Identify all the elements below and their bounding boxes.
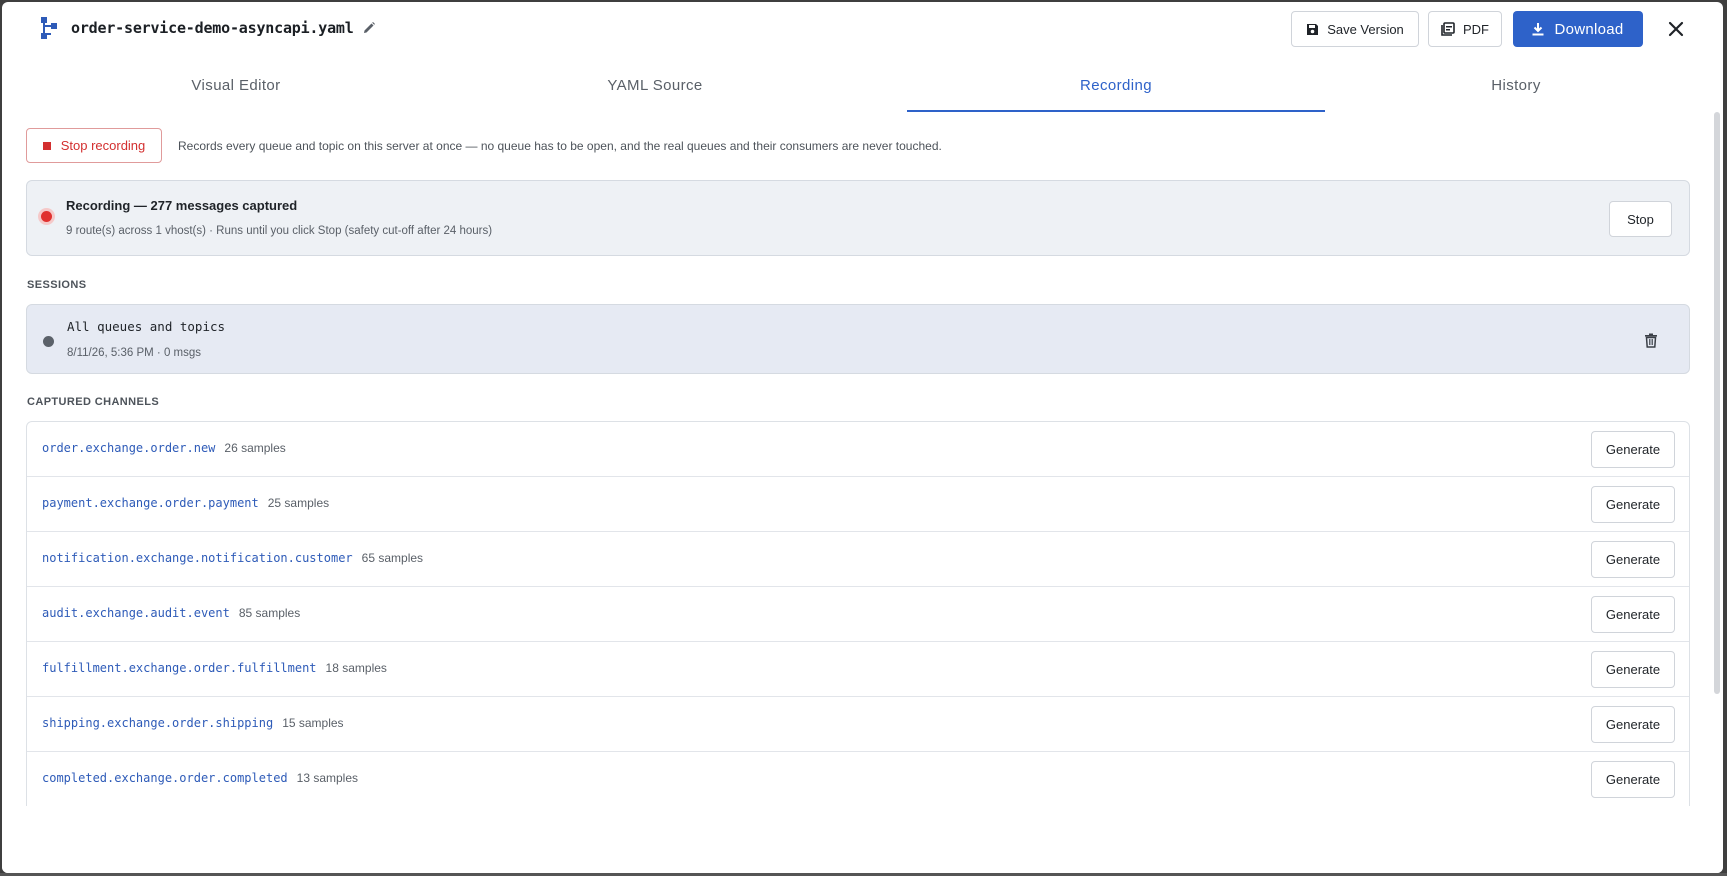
recording-description: Records every queue and topic on this se… [178, 139, 942, 153]
channel-row: notification.exchange.notification.custo… [27, 532, 1689, 587]
stop-button[interactable]: Stop [1609, 201, 1672, 237]
pdf-label: PDF [1463, 21, 1489, 37]
recording-status-panel: Recording — 277 messages captured 9 rout… [26, 180, 1690, 256]
download-button[interactable]: Download [1513, 11, 1643, 47]
modal-footer-space [2, 806, 1723, 873]
channel-name[interactable]: order.exchange.order.new 26 samples [42, 441, 286, 455]
generate-button[interactable]: Generate [1591, 761, 1675, 798]
trash-icon[interactable] [1644, 333, 1658, 348]
recording-status-detail: 9 route(s) across 1 vhost(s) · Runs unti… [66, 225, 493, 237]
channel-name[interactable]: completed.exchange.order.completed 13 sam… [42, 771, 358, 785]
close-icon[interactable] [1664, 17, 1688, 41]
save-version-button[interactable]: Save Version [1291, 11, 1419, 47]
generate-button[interactable]: Generate [1591, 541, 1675, 578]
tab-visual-editor[interactable]: Visual Editor [27, 66, 445, 110]
channel-row: order.exchange.order.new 26 samples Gener… [27, 422, 1689, 477]
schema-tree-icon [41, 17, 57, 39]
recording-status-title: Recording — 277 messages captured [66, 198, 298, 213]
session-status-icon [43, 336, 54, 347]
channel-name[interactable]: fulfillment.exchange.order.fulfillment 18… [42, 661, 387, 675]
tab-bar: Visual Editor YAML Source Recording Hist… [27, 66, 1687, 112]
generate-button[interactable]: Generate [1591, 596, 1675, 633]
save-version-label: Save Version [1327, 21, 1404, 37]
channel-row: shipping.exchange.order.shipping 15 sampl… [27, 697, 1689, 752]
file-name: order-service-demo-asyncapi.yaml [71, 19, 354, 37]
modal-header: order-service-demo-asyncapi.yaml Save Ve… [2, 2, 1723, 58]
sessions-heading: SESSIONS [27, 279, 87, 291]
generate-button[interactable]: Generate [1591, 431, 1675, 468]
download-label: Download [1554, 20, 1624, 38]
tab-recording[interactable]: Recording [907, 66, 1325, 112]
channel-row: completed.exchange.order.completed 13 sam… [27, 752, 1689, 807]
channel-sample-count: 26 samples [224, 441, 286, 455]
editor-modal: order-service-demo-asyncapi.yaml Save Ve… [2, 2, 1723, 873]
channel-name[interactable]: notification.exchange.notification.custo… [42, 551, 423, 565]
pdf-button[interactable]: PDF [1428, 11, 1502, 47]
generate-button[interactable]: Generate [1591, 486, 1675, 523]
tab-history[interactable]: History [1307, 66, 1723, 110]
channel-sample-count: 65 samples [361, 551, 424, 565]
session-item[interactable]: All queues and topics 8/11/26, 5:36 PM ·… [26, 304, 1690, 374]
session-name: All queues and topics [67, 319, 226, 334]
tab-yaml-source[interactable]: YAML Source [446, 66, 864, 110]
channel-name[interactable]: shipping.exchange.order.shipping 15 sampl… [42, 716, 344, 730]
download-icon [1532, 22, 1544, 35]
recording-indicator-icon [41, 211, 52, 222]
captured-channels-heading: CAPTURED CHANNELS [27, 396, 160, 408]
pdf-icon [1441, 22, 1455, 36]
channel-sample-count: 15 samples [282, 716, 344, 730]
stop-recording-button[interactable]: Stop recording [26, 128, 162, 163]
channel-sample-count: 25 samples [267, 496, 330, 510]
channel-name[interactable]: payment.exchange.order.payment 25 samples [42, 496, 329, 510]
channel-row: fulfillment.exchange.order.fulfillment 18… [27, 642, 1689, 697]
save-icon [1307, 23, 1319, 35]
channel-sample-count: 85 samples [238, 606, 301, 620]
stop-recording-label: Stop recording [60, 138, 146, 153]
channel-sample-count: 13 samples [296, 771, 359, 785]
channel-row: audit.exchange.audit.event 85 samples Gen… [27, 587, 1689, 642]
vertical-scrollbar[interactable] [1714, 112, 1720, 694]
generate-button[interactable]: Generate [1591, 706, 1675, 743]
session-meta: 8/11/26, 5:36 PM · 0 msgs [67, 347, 202, 359]
pencil-icon[interactable] [362, 21, 376, 35]
channel-sample-count: 18 samples [325, 661, 387, 675]
stop-square-icon [42, 141, 51, 150]
channel-name[interactable]: audit.exchange.audit.event 85 samples [42, 606, 300, 620]
captured-channels-list: order.exchange.order.new 26 samples Gener… [26, 421, 1690, 811]
channel-row: payment.exchange.order.payment 25 samples… [27, 477, 1689, 532]
generate-button[interactable]: Generate [1591, 651, 1675, 688]
